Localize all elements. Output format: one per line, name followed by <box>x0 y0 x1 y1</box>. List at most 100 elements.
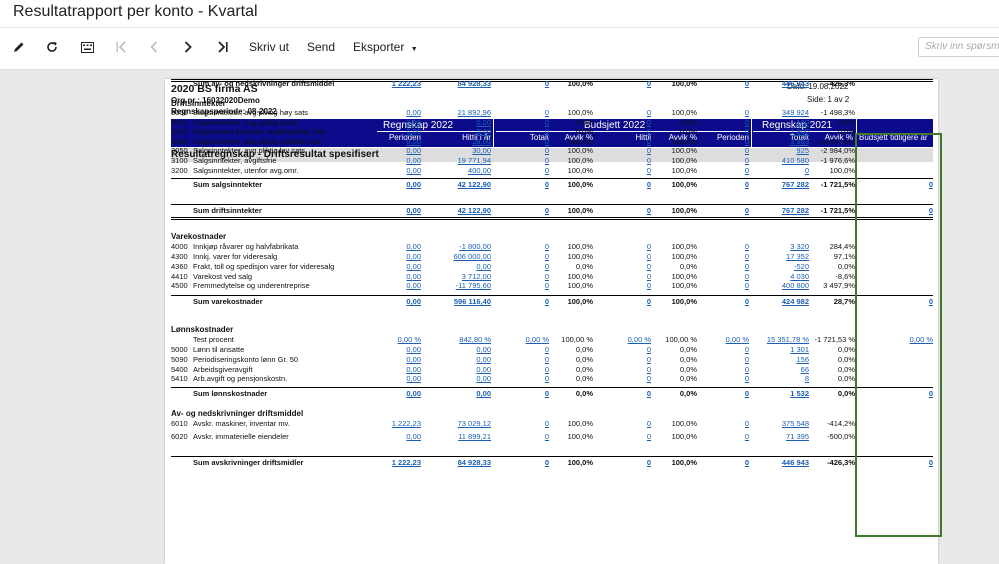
edit-icon[interactable] <box>10 36 28 58</box>
cell-t[interactable]: 0 <box>501 242 549 252</box>
cell-t[interactable]: 0,00 % <box>501 335 549 345</box>
cell-p[interactable]: 0,00 <box>371 432 421 442</box>
print-button[interactable]: Skriv ut <box>249 40 289 54</box>
cell-t[interactable]: 0 <box>501 146 549 156</box>
cell-bp[interactable]: 0 <box>699 146 749 156</box>
cell-p[interactable]: 0,00 <box>371 389 421 399</box>
cell-t21[interactable]: 410 580 <box>761 156 809 166</box>
cell-bp[interactable]: 0 <box>699 166 749 176</box>
cell-t[interactable]: 0 <box>501 297 549 307</box>
cell-h[interactable]: 73 029,12 <box>426 419 491 429</box>
cell-h[interactable]: 606 000,00 <box>426 252 491 262</box>
previous-page-icon[interactable] <box>145 36 163 58</box>
cell-p[interactable]: 1 222,23 <box>371 419 421 429</box>
cell-bp[interactable]: 0 <box>699 206 749 216</box>
cell-t21[interactable]: 1 532 <box>761 389 809 399</box>
cell-t21[interactable]: 0 <box>761 166 809 176</box>
cell-bp[interactable]: 0 <box>699 432 749 442</box>
cell-bp[interactable]: 0 <box>699 345 749 355</box>
cell-t[interactable]: 0 <box>501 374 549 384</box>
cell-t[interactable]: 0 <box>501 156 549 166</box>
cell-p[interactable]: 0,00 <box>371 297 421 307</box>
cell-h[interactable]: 0,00 <box>426 389 491 399</box>
cell-bp[interactable]: 0 <box>699 180 749 190</box>
cell-p[interactable]: 0,00 <box>371 262 421 272</box>
cell-t21[interactable]: -520 <box>761 262 809 272</box>
cell-t[interactable]: 0 <box>501 108 549 118</box>
cell-t21[interactable]: 767 282 <box>761 206 809 216</box>
cell-h[interactable]: 0,00 <box>426 374 491 384</box>
cell-t[interactable]: 0 <box>501 419 549 429</box>
cell-t21[interactable]: 767 282 <box>761 180 809 190</box>
cell-bh[interactable]: 0 <box>601 108 651 118</box>
cell-bp[interactable]: 0 <box>699 262 749 272</box>
export-dropdown[interactable]: Eksporter ▼ <box>353 40 418 54</box>
cell-bh[interactable]: 0 <box>601 297 651 307</box>
cell-h[interactable]: 842,80 % <box>426 335 491 345</box>
cell-bh[interactable]: 0 <box>601 242 651 252</box>
cell-bp[interactable]: 0 <box>699 156 749 166</box>
cell-h[interactable]: -1 800,00 <box>426 242 491 252</box>
cell-bh[interactable]: 0 <box>601 458 651 468</box>
cell-t21[interactable]: 349 924 <box>761 108 809 118</box>
cell-bh[interactable]: 0 <box>601 127 651 137</box>
cell-t[interactable]: 0 <box>501 206 549 216</box>
cell-bh[interactable]: 0 <box>601 262 651 272</box>
cell-h[interactable]: 30,00 <box>426 146 491 156</box>
cell-h[interactable]: 0,00 <box>426 345 491 355</box>
cell-p[interactable]: 0,00 <box>371 127 421 137</box>
cell-t21[interactable]: 1 800 <box>761 127 809 137</box>
cell-bh[interactable]: 0 <box>601 206 651 216</box>
cell-bh[interactable]: 0 <box>601 432 651 442</box>
cell-h[interactable]: -11 795,60 <box>426 281 491 291</box>
cell-t[interactable]: 0 <box>501 262 549 272</box>
cell-p[interactable]: 1 222,23 <box>371 79 421 89</box>
cell-t[interactable]: 0 <box>501 252 549 262</box>
cell-h[interactable]: 42 122,90 <box>426 180 491 190</box>
cell-p[interactable]: 0,00 <box>371 345 421 355</box>
cell-t[interactable]: 0 <box>501 281 549 291</box>
cell-t21[interactable]: 156 <box>761 355 809 365</box>
cell-bh[interactable]: 0 <box>601 419 651 429</box>
cell-t21[interactable]: 446 943 <box>761 79 809 89</box>
cell-t21[interactable]: 424 982 <box>761 297 809 307</box>
cell-h[interactable]: 42 122,90 <box>426 206 491 216</box>
cell-bp[interactable]: 0 <box>699 389 749 399</box>
cell-p[interactable]: 0,00 <box>371 108 421 118</box>
next-page-icon[interactable] <box>179 36 197 58</box>
cell-bh[interactable]: 0 <box>601 345 651 355</box>
cell-bp[interactable]: 0 <box>699 281 749 291</box>
cell-bp[interactable]: 0 <box>699 419 749 429</box>
cell-bp[interactable]: 0 <box>699 242 749 252</box>
cell-h[interactable]: 84 928,33 <box>426 79 491 89</box>
cell-p[interactable]: 0,00 <box>371 252 421 262</box>
cell-p[interactable]: 0,00 <box>371 242 421 252</box>
cell-p[interactable]: 0,00 <box>371 281 421 291</box>
last-page-icon[interactable] <box>214 36 232 58</box>
cell-bp[interactable]: 0,00 % <box>699 335 749 345</box>
cell-t21[interactable]: 3 320 <box>761 242 809 252</box>
cell-t21[interactable]: 375 548 <box>761 419 809 429</box>
first-page-icon[interactable] <box>112 36 130 58</box>
cell-p[interactable]: 0,00 <box>371 146 421 156</box>
cell-bp[interactable]: 0 <box>699 297 749 307</box>
cell-bp[interactable]: 0 <box>699 355 749 365</box>
send-button[interactable]: Send <box>307 40 335 54</box>
cell-t[interactable]: 0 <box>501 458 549 468</box>
cell-h[interactable]: 19 771,94 <box>426 156 491 166</box>
cell-t21[interactable]: 1 301 <box>761 345 809 355</box>
cell-h[interactable]: 84 928,33 <box>426 458 491 468</box>
cell-t[interactable]: 0 <box>501 345 549 355</box>
cell-t21[interactable]: 925 <box>761 146 809 156</box>
cell-bh[interactable]: 0 <box>601 146 651 156</box>
cell-t21[interactable]: 8 <box>761 374 809 384</box>
keyboard-icon[interactable] <box>78 36 96 58</box>
cell-bh[interactable]: 0 <box>601 374 651 384</box>
cell-h[interactable]: 11 899,21 <box>426 432 491 442</box>
cell-p[interactable]: 0,00 <box>371 355 421 365</box>
cell-p[interactable]: 0,00 <box>371 374 421 384</box>
cell-p[interactable]: 0,00 <box>371 156 421 166</box>
cell-bh[interactable]: 0 <box>601 252 651 262</box>
cell-bh[interactable]: 0 <box>601 389 651 399</box>
cell-t[interactable]: 0 <box>501 79 549 89</box>
